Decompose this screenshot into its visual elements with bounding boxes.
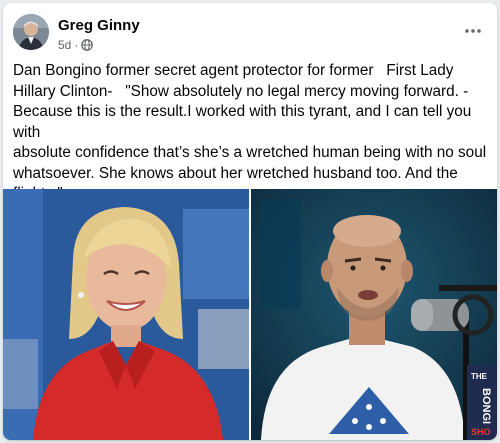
sign-text-1: THE [471,372,488,381]
avatar-image [13,14,49,50]
post-meta: 5d · [58,38,94,52]
meta-separator: · [74,38,79,52]
post-timestamp[interactable]: 5d [58,38,71,52]
author-avatar[interactable] [13,14,49,50]
photo-right[interactable]: THE BONGI SHO [251,189,497,440]
post-header: Greg Ginny 5d · [3,3,497,57]
sign-text-3: SHO [471,427,491,437]
post-photos[interactable]: THE BONGI SHO [3,189,497,440]
more-options-icon[interactable] [459,17,487,45]
author-name[interactable]: Greg Ginny [58,17,140,34]
man-at-microphone-photo: THE BONGI SHO [251,189,497,440]
post-card: Greg Ginny 5d · Dan Bongino former secre… [3,3,497,440]
smiling-woman-red-jacket-photo [3,189,249,440]
post-text: Dan Bongino former secret agent protecto… [13,62,487,202]
globe-icon[interactable] [81,39,94,51]
sign-text-2: BONGI [480,388,492,424]
photo-left[interactable] [3,189,249,440]
